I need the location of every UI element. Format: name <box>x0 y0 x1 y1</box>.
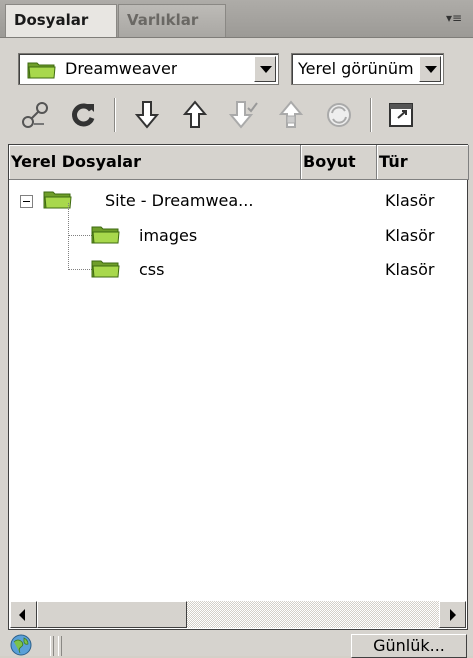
tab-varliklar[interactable]: Varlıklar <box>118 4 226 37</box>
file-name: images <box>139 226 198 245</box>
resize-grip <box>40 636 74 656</box>
check-in-icon[interactable] <box>274 98 308 132</box>
column-header-type[interactable]: Tür <box>377 145 469 180</box>
folder-icon <box>91 260 120 278</box>
list-item[interactable]: css Klasör <box>9 252 467 288</box>
file-list[interactable]: Yerel Dosyalar Boyut Tür Site - Dreamwea… <box>8 144 469 630</box>
log-button[interactable]: Günlük... <box>351 634 467 658</box>
check-out-icon[interactable] <box>226 98 260 132</box>
view-select-value: Yerel görünüm <box>298 59 414 78</box>
panel-options-icon[interactable]: ▾≡ <box>443 10 465 26</box>
scrollbar-thumb[interactable] <box>37 601 187 628</box>
view-select[interactable]: Yerel görünüm <box>291 53 444 85</box>
horizontal-scrollbar[interactable] <box>10 601 466 628</box>
toolbar-separator <box>114 98 116 132</box>
file-name: Site - Dreamwea... <box>105 191 254 210</box>
column-header-name[interactable]: Yerel Dosyalar <box>9 145 301 180</box>
collapse-icon[interactable] <box>20 195 33 208</box>
refresh-icon[interactable] <box>66 98 100 132</box>
list-item[interactable]: Site - Dreamwea... Klasör <box>9 183 467 219</box>
put-files-icon[interactable] <box>178 98 212 132</box>
expand-icon[interactable] <box>384 98 418 132</box>
list-item[interactable]: images Klasör <box>9 218 467 254</box>
toolbar-separator <box>370 98 372 132</box>
file-name: css <box>139 260 165 279</box>
site-select[interactable]: Dreamweaver <box>18 53 279 85</box>
file-type: Klasör <box>385 226 435 245</box>
folder-icon <box>27 62 56 79</box>
files-panel: Dosyalar Varlıklar ▾≡ Dreamweaver Yerel … <box>0 0 473 658</box>
folder-icon <box>91 226 120 244</box>
status-bar: Günlük... <box>0 632 473 658</box>
tab-dosyalar[interactable]: Dosyalar <box>5 4 117 37</box>
connect-icon[interactable] <box>18 98 52 132</box>
column-header-size[interactable]: Boyut <box>301 145 377 180</box>
file-type: Klasör <box>385 260 435 279</box>
chevron-down-icon[interactable] <box>254 56 276 82</box>
chevron-down-icon[interactable] <box>419 56 441 82</box>
scroll-left-icon[interactable] <box>10 601 37 628</box>
file-toolbar <box>18 94 468 136</box>
synchronize-icon[interactable] <box>322 98 356 132</box>
scroll-right-icon[interactable] <box>439 601 466 628</box>
panel-tab-bar: Dosyalar Varlıklar ▾≡ <box>0 0 473 38</box>
file-type: Klasör <box>385 191 435 210</box>
site-select-value: Dreamweaver <box>65 59 178 78</box>
globe-icon[interactable] <box>10 634 32 656</box>
get-files-icon[interactable] <box>130 98 164 132</box>
